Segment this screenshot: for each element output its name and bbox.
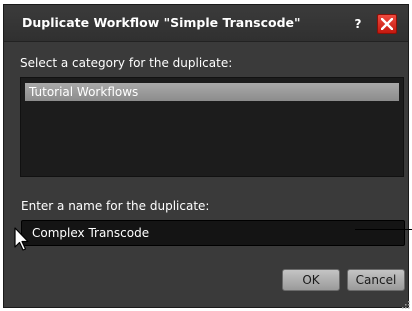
close-icon xyxy=(381,18,393,30)
resize-grip-icon[interactable] xyxy=(402,301,410,309)
cancel-button[interactable]: Cancel xyxy=(347,269,405,291)
category-label: Select a category for the duplicate: xyxy=(20,56,233,70)
callout-line xyxy=(355,229,412,230)
ok-button[interactable]: OK xyxy=(282,269,340,291)
category-item-tutorial-workflows[interactable]: Tutorial Workflows xyxy=(25,83,399,101)
duplicate-workflow-dialog: Duplicate Workflow "Simple Transcode" ? … xyxy=(3,4,410,309)
dialog-titlebar[interactable]: Duplicate Workflow "Simple Transcode" ? xyxy=(4,5,408,42)
category-list[interactable]: Tutorial Workflows xyxy=(20,77,404,177)
duplicate-name-input[interactable]: Complex Transcode xyxy=(21,220,405,246)
help-button[interactable]: ? xyxy=(348,14,368,34)
name-label: Enter a name for the duplicate: xyxy=(21,199,210,213)
mouse-pointer-icon xyxy=(14,227,29,251)
dialog-title: Duplicate Workflow "Simple Transcode" xyxy=(22,15,301,30)
help-icon: ? xyxy=(354,17,362,31)
close-button[interactable] xyxy=(377,14,397,34)
